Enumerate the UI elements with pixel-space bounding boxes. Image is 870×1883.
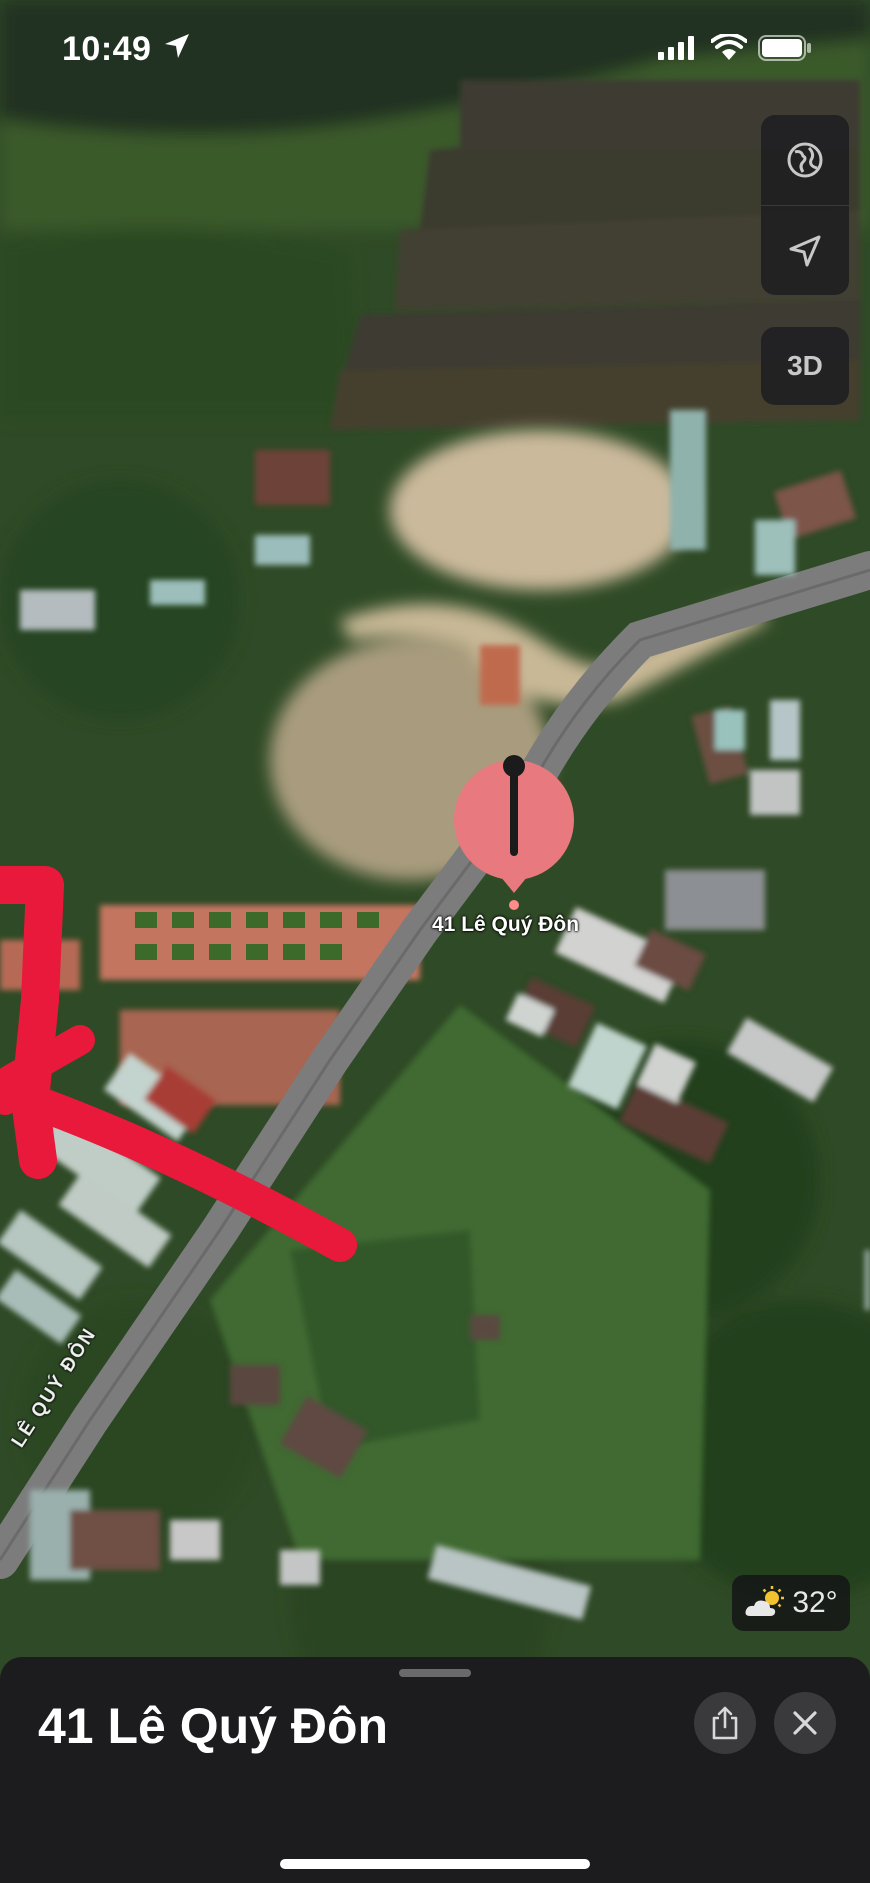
- map-mode-button[interactable]: [761, 115, 849, 205]
- location-arrow-icon: [789, 235, 821, 267]
- sheet-grabber[interactable]: [399, 1669, 471, 1677]
- battery-icon: [758, 35, 811, 61]
- partly-sunny-icon: [745, 1586, 785, 1616]
- locate-button[interactable]: [761, 206, 849, 296]
- pin-label[interactable]: 41 Lê Quý Đôn: [432, 913, 579, 937]
- temperature: 32°: [792, 1586, 838, 1619]
- wifi-icon: [711, 34, 747, 60]
- share-button[interactable]: [694, 1692, 756, 1754]
- home-indicator[interactable]: [280, 1859, 590, 1869]
- place-title: 41 Lê Quý Đôn: [38, 1698, 389, 1754]
- share-icon: [712, 1706, 738, 1740]
- status-time: 10:49: [62, 30, 152, 68]
- location-arrow-icon: [165, 34, 189, 58]
- place-sheet[interactable]: 41 Lê Quý Đôn: [0, 1657, 870, 1883]
- globe-icon: [787, 142, 823, 178]
- map-controls: [761, 115, 849, 295]
- weather-widget[interactable]: 32°: [732, 1575, 850, 1631]
- close-button[interactable]: [774, 1692, 836, 1754]
- maps-screen: 10:49 3D 41 Lê Quý Đôn LÊ QUÝ ĐÔN 32° 41…: [0, 0, 870, 1883]
- close-icon: [793, 1711, 817, 1735]
- 3d-button[interactable]: 3D: [761, 327, 849, 405]
- status-bar: 10:49: [0, 0, 870, 100]
- cellular-signal-icon: [658, 36, 694, 60]
